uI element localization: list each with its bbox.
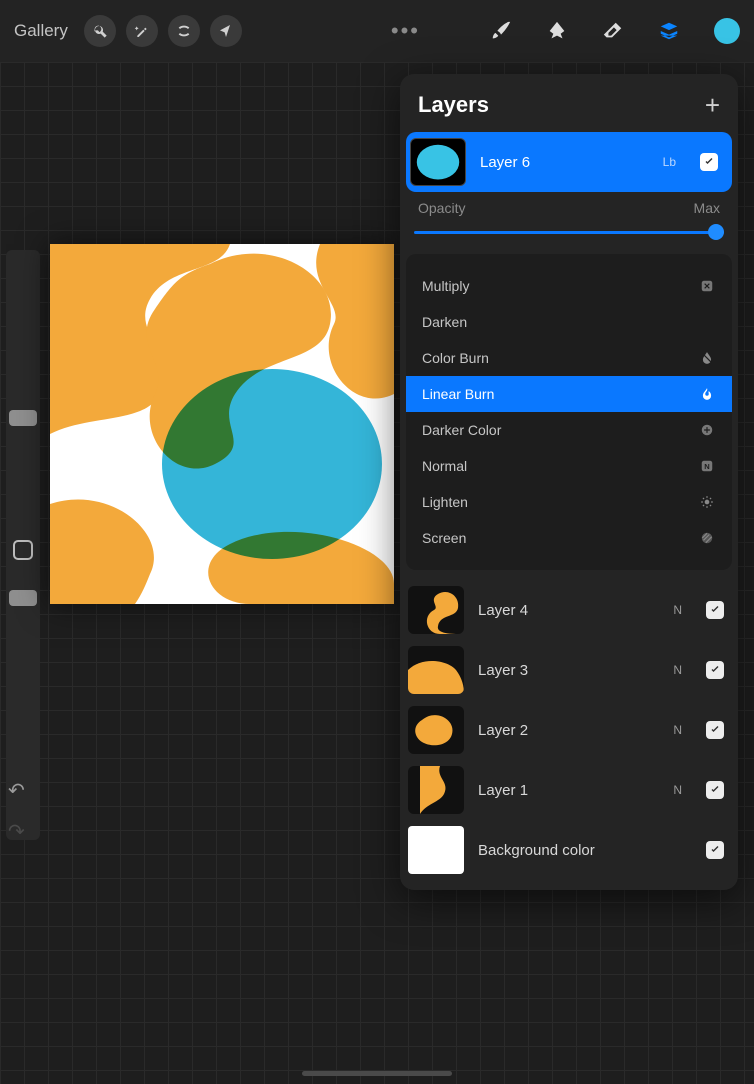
- left-slider-rail[interactable]: [6, 250, 40, 840]
- layer-row[interactable]: Layer 3 N: [400, 640, 738, 700]
- blend-mode-item[interactable]: Color Burn: [406, 340, 732, 376]
- blend-mode-item[interactable]: Normal N: [406, 448, 732, 484]
- layer-thumbnail: [408, 826, 464, 874]
- brush-size-thumb[interactable]: [9, 410, 37, 426]
- layer-row-selected[interactable]: Layer 6 Lb: [406, 132, 732, 192]
- layer-name: Layer 1: [478, 782, 659, 799]
- layer-row[interactable]: Layer 2 N: [400, 700, 738, 760]
- layer-thumbnail: [408, 706, 464, 754]
- plus-icon: [698, 421, 716, 439]
- brush-icon[interactable]: [486, 16, 516, 46]
- flame-icon: [698, 385, 716, 403]
- layer-visibility-checkbox[interactable]: [706, 781, 724, 799]
- blend-mode-item[interactable]: Darker Color: [406, 412, 732, 448]
- blend-mode-label: Darker Color: [422, 422, 501, 438]
- layer-thumbnail: [408, 586, 464, 634]
- layer-visibility-checkbox[interactable]: [706, 601, 724, 619]
- layer-thumbnail: [410, 138, 466, 186]
- N-icon: N: [698, 457, 716, 475]
- opacity-row: Opacity Max: [400, 192, 738, 220]
- layer-row-background[interactable]: Background color: [400, 820, 738, 880]
- layer-name: Layer 3: [478, 662, 659, 679]
- panel-title: Layers: [418, 92, 489, 118]
- layer-name: Layer 4: [478, 602, 659, 619]
- layer-blendmode-tag: Lb: [663, 155, 676, 169]
- drop-icon: [698, 349, 716, 367]
- gallery-button[interactable]: Gallery: [14, 21, 68, 41]
- modifier-button[interactable]: [13, 540, 33, 560]
- blend-mode-label: Screen: [422, 530, 466, 546]
- blend-mode-list: Multiply Darken Color Burn Linear Burn Darke…: [406, 254, 732, 570]
- layer-row[interactable]: Layer 1 N: [400, 760, 738, 820]
- blend-mode-item[interactable]: Multiply: [406, 268, 732, 304]
- blend-mode-label: Darken: [422, 314, 467, 330]
- blend-mode-label: Lighten: [422, 494, 468, 510]
- layer-visibility-checkbox[interactable]: [700, 153, 718, 171]
- blend-mode-item[interactable]: Linear Burn: [406, 376, 732, 412]
- layer-blendmode-tag: N: [673, 603, 682, 617]
- layer-thumbnail: [408, 646, 464, 694]
- blend-mode-label: Normal: [422, 458, 467, 474]
- blend-mode-item[interactable]: Screen: [406, 520, 732, 556]
- layer-visibility-checkbox[interactable]: [706, 721, 724, 739]
- layer-blendmode-tag: N: [673, 723, 682, 737]
- layer-name: Layer 6: [480, 154, 649, 171]
- moon-icon: [698, 313, 716, 331]
- svg-text:N: N: [704, 462, 709, 471]
- selection-icon[interactable]: [168, 15, 200, 47]
- redo-icon[interactable]: ↷: [8, 819, 25, 844]
- layer-blendmode-tag: N: [673, 783, 682, 797]
- more-icon[interactable]: •••: [391, 18, 420, 44]
- brush-opacity-thumb[interactable]: [9, 590, 37, 606]
- home-indicator: [302, 1071, 452, 1076]
- top-toolbar: Gallery •••: [0, 0, 754, 62]
- layer-blendmode-tag: N: [673, 663, 682, 677]
- canvas[interactable]: [50, 244, 394, 604]
- layer-visibility-checkbox[interactable]: [706, 841, 724, 859]
- blend-mode-item[interactable]: Darken: [406, 304, 732, 340]
- undo-icon[interactable]: ↶: [8, 778, 25, 803]
- blend-mode-label: Color Burn: [422, 350, 489, 366]
- color-swatch[interactable]: [714, 18, 740, 44]
- undo-redo-group: ↶ ↷: [8, 778, 25, 844]
- add-layer-button[interactable]: +: [705, 95, 720, 115]
- layer-row[interactable]: Layer 4 N: [400, 580, 738, 640]
- sun-icon: [698, 493, 716, 511]
- layers-panel: Layers + Layer 6 Lb Opacity Max Multiply…: [400, 74, 738, 890]
- layer-thumbnail: [408, 766, 464, 814]
- blend-mode-item[interactable]: Lighten: [406, 484, 732, 520]
- wrench-icon[interactable]: [84, 15, 116, 47]
- layer-name: Layer 2: [478, 722, 659, 739]
- eraser-icon[interactable]: [598, 16, 628, 46]
- layer-visibility-checkbox[interactable]: [706, 661, 724, 679]
- x-icon: [698, 277, 716, 295]
- blend-mode-label: Linear Burn: [422, 386, 494, 402]
- hatch-icon: [698, 529, 716, 547]
- wand-icon[interactable]: [126, 15, 158, 47]
- opacity-label: Opacity: [418, 200, 465, 216]
- blend-mode-label: Multiply: [422, 278, 469, 294]
- opacity-slider[interactable]: [414, 220, 724, 244]
- smudge-icon[interactable]: [542, 16, 572, 46]
- layer-name: Background color: [478, 842, 692, 859]
- layers-icon[interactable]: [654, 16, 684, 46]
- move-icon[interactable]: [210, 15, 242, 47]
- opacity-value: Max: [694, 200, 720, 216]
